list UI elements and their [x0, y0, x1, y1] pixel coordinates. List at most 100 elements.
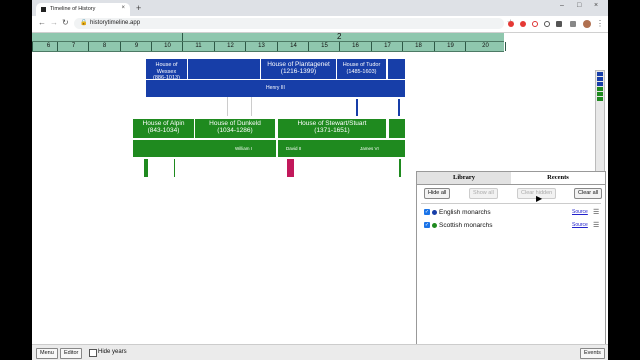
house-wessex-name: House of Wessex: [155, 62, 178, 75]
scale-tick: 10: [151, 42, 183, 51]
list-checkbox[interactable]: ✓: [424, 209, 430, 215]
drag-handle-icon[interactable]: ☰: [593, 209, 599, 216]
url-field[interactable]: 🔒 historytimeline.app ☆: [74, 18, 514, 29]
house-alpin-years: (843-1034): [147, 126, 180, 134]
lock-icon: 🔒: [80, 20, 88, 26]
list-checkbox[interactable]: ✓: [424, 222, 430, 228]
minimap-english-mark: [597, 72, 603, 76]
editor-button[interactable]: Editor: [60, 348, 83, 359]
clear-all-button[interactable]: Clear all: [574, 188, 603, 199]
panel-tabs: Library Recents: [417, 172, 605, 185]
scottish-monarchs-bar-late[interactable]: David II James VI: [278, 140, 405, 157]
house-alpin-bar[interactable]: House of Alpin (843-1034): [133, 119, 194, 138]
drag-handle-icon[interactable]: ☰: [593, 222, 599, 229]
panel-divider: [421, 203, 601, 204]
scale-tick: 9: [120, 42, 152, 51]
bottom-toolbar: Menu Editor Hide years Events: [32, 344, 608, 360]
list-color-dot: [432, 210, 437, 215]
reign-marker: [227, 97, 228, 116]
extension-icon[interactable]: [544, 21, 550, 27]
scale-tick: 20: [465, 42, 506, 51]
scale-tick: 11: [182, 42, 214, 51]
monarch-david-ii[interactable]: David II: [286, 140, 301, 157]
puzzle-icon[interactable]: [570, 21, 576, 27]
event-marker[interactable]: [144, 159, 148, 177]
list-color-dot: [432, 223, 437, 228]
list-name: English monarchs: [439, 209, 491, 216]
house-tudor-years: (1485-1603): [346, 68, 377, 75]
reign-marker: [251, 97, 252, 116]
minimap-scottish-mark: [597, 97, 603, 101]
house-tudor-name: House of Tudor: [342, 62, 381, 68]
house-stewart-bar[interactable]: House of Stewart/Stuart (1371-1651): [278, 119, 386, 138]
show-all-button[interactable]: Show all: [469, 188, 498, 199]
tab-recents[interactable]: Recents: [511, 172, 605, 184]
close-window-icon[interactable]: ×: [594, 2, 598, 9]
scale-tick: 13: [245, 42, 277, 51]
later-house-bar[interactable]: [388, 59, 405, 79]
new-tab-button[interactable]: +: [136, 3, 141, 13]
house-wessex-bar[interactable]: House of Wessex (886-1013): [146, 59, 187, 81]
house-stewart-years: (1371-1651): [314, 126, 350, 134]
scale-tick: 16: [339, 42, 371, 51]
mouse-cursor-icon: ▶: [536, 194, 543, 203]
event-marker[interactable]: [174, 159, 175, 177]
list-item[interactable]: ✓ Scottish monarchs Source ☰: [424, 221, 600, 230]
monarch-james-vi[interactable]: James VI: [360, 140, 379, 157]
avatar[interactable]: [583, 20, 591, 28]
timeline-app: 2 6 7 8 9 10 11 12 13 14 15 16 17 18 19 …: [32, 32, 608, 346]
menu-button[interactable]: Menu: [36, 348, 58, 359]
scale-tick: 19: [434, 42, 466, 51]
monarch-henry-iii[interactable]: Henry III: [266, 85, 285, 91]
address-bar-row: ← → ↻ 🔒 historytimeline.app ☆ ⋮: [32, 16, 608, 33]
tab-bar: Timeline of History × + – □ ×: [32, 0, 608, 16]
scale-divider: [182, 33, 183, 41]
reign-marker: [398, 99, 400, 116]
century-label: 2: [337, 32, 342, 41]
minimap-english-mark: [597, 77, 603, 81]
browser-tab[interactable]: Timeline of History ×: [36, 3, 130, 16]
extension-icon[interactable]: [556, 21, 562, 27]
extension-icon[interactable]: [532, 21, 538, 27]
house-plantagenet-years: (1216-1399): [280, 67, 317, 75]
event-marker-highlight[interactable]: [287, 159, 294, 177]
english-monarchs-bar[interactable]: Henry III: [146, 80, 405, 97]
minimize-icon[interactable]: –: [560, 2, 564, 9]
more-menu-icon[interactable]: ⋮: [596, 19, 604, 28]
scottish-monarchs-bar-early[interactable]: William I: [133, 140, 276, 157]
event-marker[interactable]: [399, 159, 401, 177]
tab-close-icon[interactable]: ×: [121, 5, 125, 11]
maximize-icon[interactable]: □: [577, 2, 581, 9]
house-tudor-bar[interactable]: House of Tudor (1485-1603): [337, 59, 386, 79]
year-scale: 6 7 8 9 10 11 12 13 14 15 16 17 18 19 20: [32, 42, 506, 52]
list-item[interactable]: ✓ English monarchs Source ☰: [424, 208, 600, 217]
reload-icon[interactable]: ↻: [62, 18, 69, 27]
tab-title: Timeline of History: [50, 6, 96, 12]
house-dunkeld-bar[interactable]: House of Dunkeld (1034-1286): [195, 119, 275, 138]
scale-tick: 7: [57, 42, 89, 51]
events-button[interactable]: Events: [580, 348, 605, 359]
lists-panel: Library Recents Hide all Show all Clear …: [416, 171, 606, 346]
monarch-william-i[interactable]: William I: [235, 140, 252, 157]
source-link[interactable]: Source: [572, 208, 588, 217]
extension-icon[interactable]: [508, 21, 514, 27]
extension-icon[interactable]: [520, 21, 526, 27]
minimap-english-mark: [597, 82, 603, 86]
favicon-icon: [41, 7, 46, 12]
hide-years-checkbox[interactable]: [89, 349, 97, 357]
scale-tick: 8: [88, 42, 120, 51]
hide-years-label: Hide years: [98, 349, 127, 355]
scale-tick: 17: [371, 42, 403, 51]
scale-tick: 15: [308, 42, 340, 51]
pre-plantagenet-bar[interactable]: [188, 59, 260, 79]
house-dunkeld-years: (1034-1286): [217, 126, 253, 134]
minimap-scottish-mark: [597, 92, 603, 96]
back-arrow-icon[interactable]: ←: [38, 18, 46, 27]
tab-library[interactable]: Library: [417, 172, 512, 184]
house-plantagenet-bar[interactable]: House of Plantagenet (1216-1399): [261, 59, 336, 79]
later-scottish-house-bar[interactable]: [389, 119, 405, 138]
forward-arrow-icon[interactable]: →: [50, 18, 58, 27]
source-link[interactable]: Source: [572, 221, 588, 230]
hide-all-button[interactable]: Hide all: [424, 188, 451, 199]
list-name: Scottish monarchs: [439, 222, 493, 229]
